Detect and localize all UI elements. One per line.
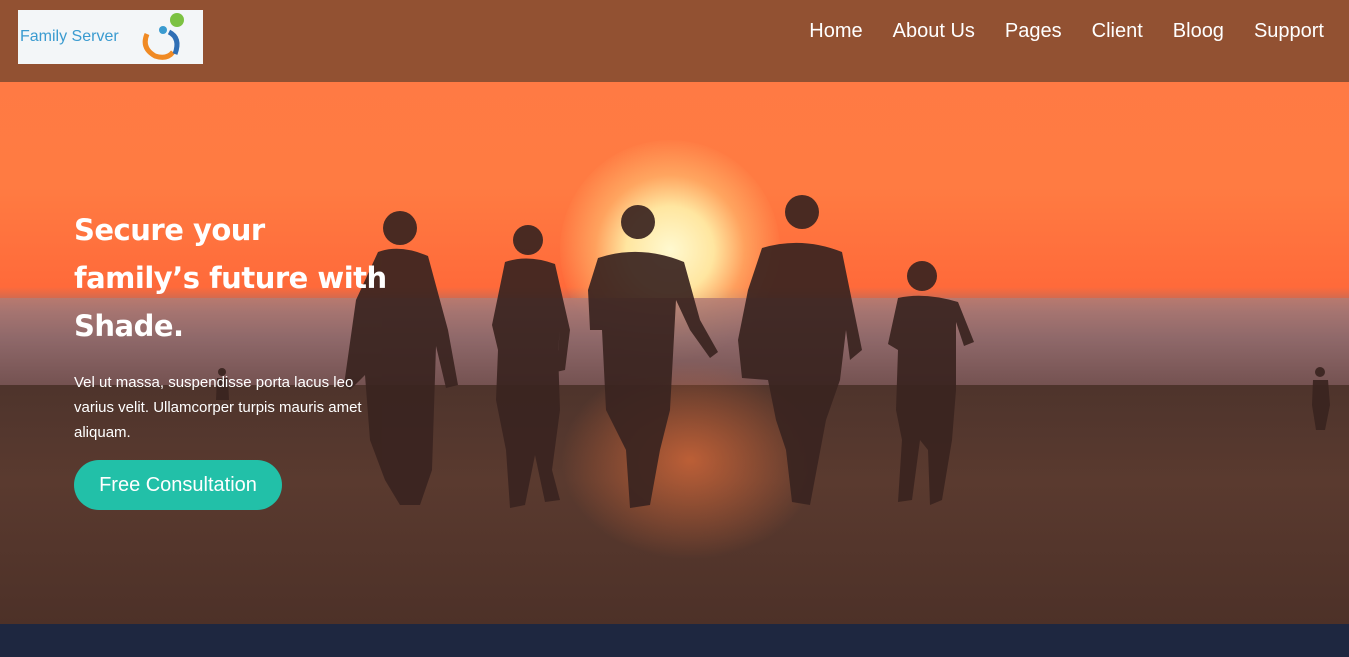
nav-support-link[interactable]: Support bbox=[1254, 20, 1324, 43]
nav-about-us-link[interactable]: About Us bbox=[893, 20, 975, 43]
hero-description: Vel ut massa, suspendisse porta lacus le… bbox=[74, 374, 362, 441]
nav-client-link[interactable]: Client bbox=[1092, 20, 1143, 43]
nav-pages-link[interactable]: Pages bbox=[1005, 20, 1062, 43]
free-consultation-button[interactable]: Free Consultation bbox=[74, 460, 282, 510]
nav-blog-link[interactable]: Bloog bbox=[1173, 20, 1224, 43]
site-logo[interactable]: Family Server bbox=[18, 10, 203, 64]
family-logo-icon bbox=[142, 13, 184, 60]
main-nav: Home About Us Pages Client Bloog Support bbox=[809, 20, 1324, 43]
logo-text: Family Server bbox=[20, 28, 119, 45]
nav-home-link[interactable]: Home bbox=[809, 20, 862, 43]
top-navbar: Family Server Home About Us Pages Client… bbox=[0, 0, 1349, 82]
next-section-strip bbox=[0, 624, 1349, 657]
hero-headline: Secure your family’s future with Shade. bbox=[74, 213, 387, 343]
